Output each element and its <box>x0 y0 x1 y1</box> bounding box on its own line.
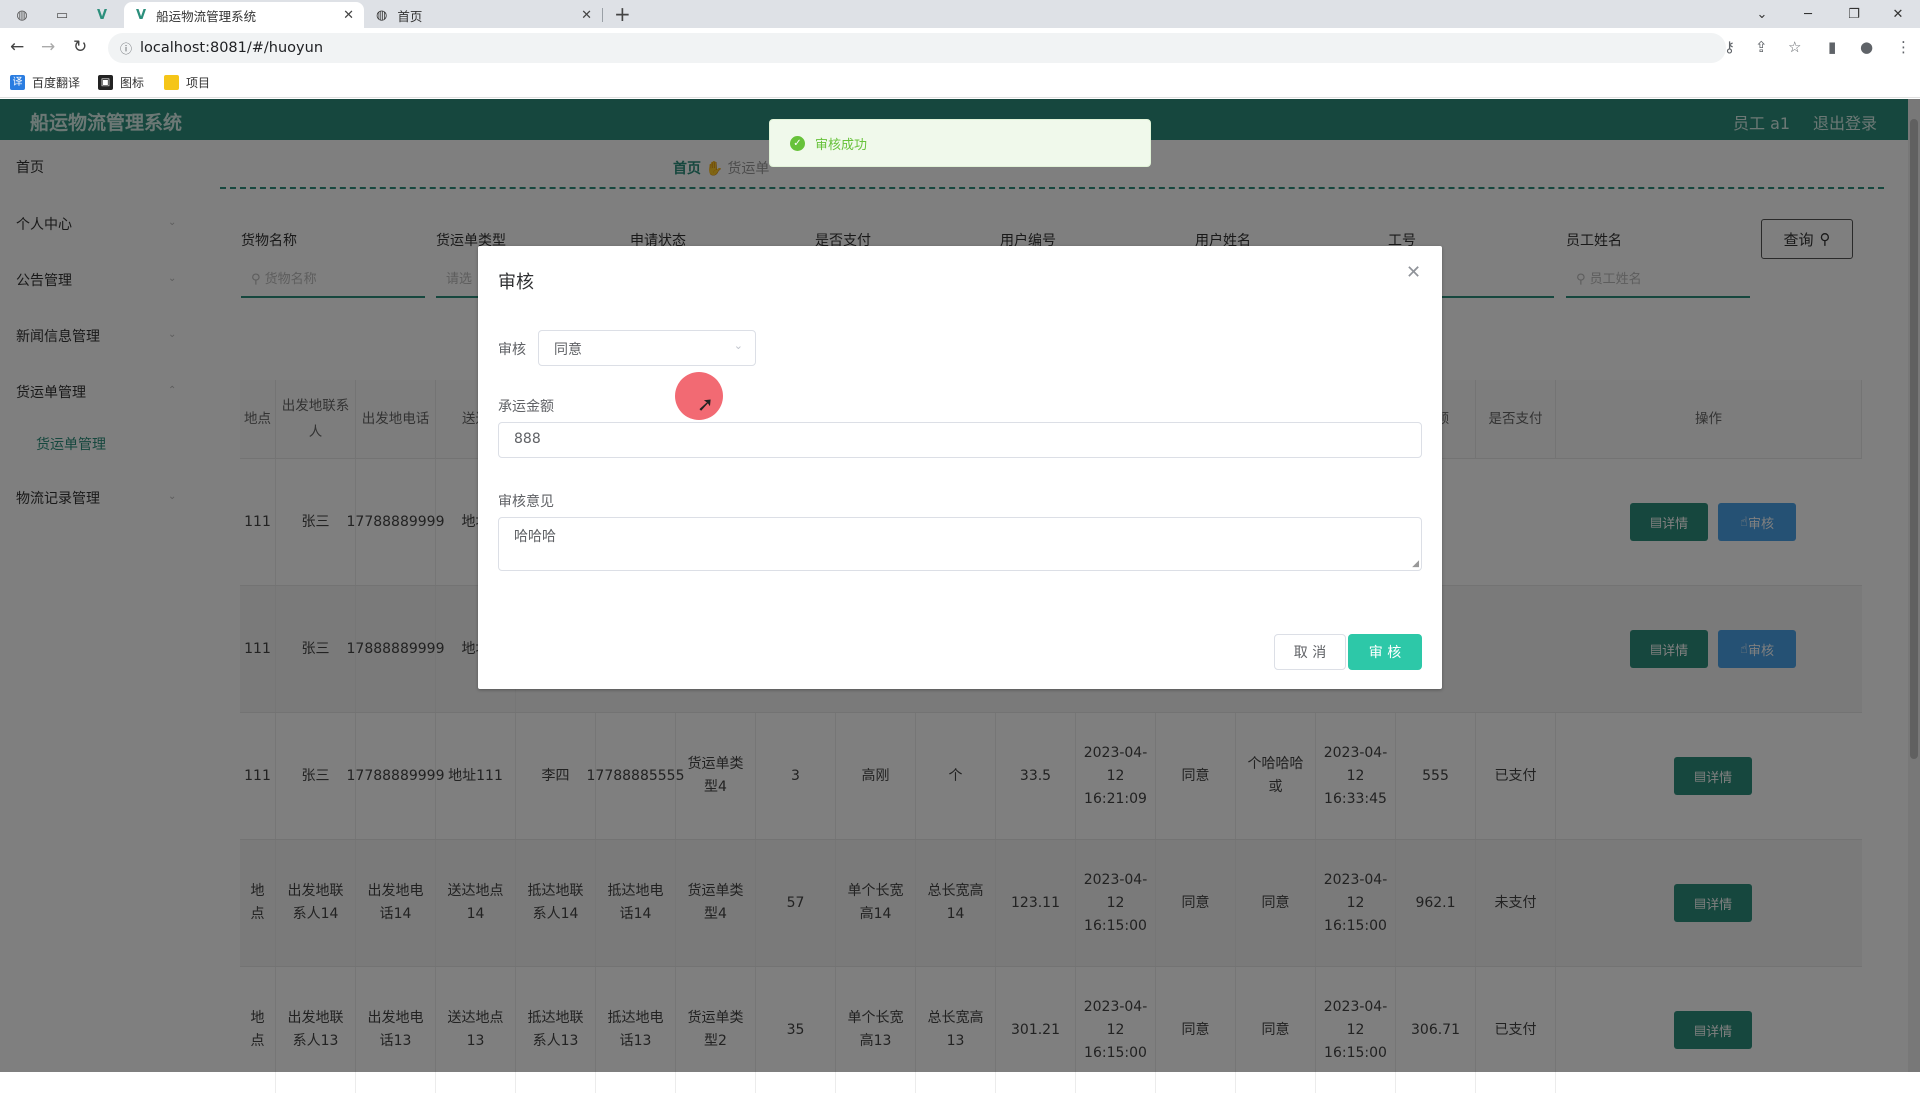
bookmark-item[interactable]: ▣ 图标 <box>98 74 144 91</box>
close-tab-icon[interactable]: ✕ <box>581 8 592 23</box>
bookmark-label: 百度翻译 <box>32 76 81 90</box>
globe-icon[interactable]: ◍ <box>4 4 40 26</box>
browser-tab-strip: ◍ ▭ V V 船运物流管理系统 ✕ ◍ 首页 ✕ + ⌄ ─ ❐ ✕ <box>0 0 1920 28</box>
folder-icon <box>164 75 179 90</box>
button-label: 审 核 <box>1368 645 1402 661</box>
dialog-title: 审核 <box>498 272 534 293</box>
tab-title: 首页 <box>397 8 423 24</box>
chevron-down-icon: ⌄ <box>733 339 743 352</box>
bookmarks-bar: 译百度翻译 ▣ 图标 项目 <box>0 68 1920 98</box>
bookmark-item[interactable]: 项目 <box>164 74 210 91</box>
close-window-icon[interactable]: ✕ <box>1876 0 1920 28</box>
tab-title: 船运物流管理系统 <box>156 8 257 24</box>
key-icon[interactable]: ⚷ <box>1724 38 1735 56</box>
address-bar-row: ← → ↻ ⓘ localhost:8081/#/huoyun ⚷ ⇪ ☆ ▮ … <box>0 28 1920 68</box>
confirm-review-button[interactable]: 审 核 <box>1348 634 1422 670</box>
new-tab-icon[interactable]: + <box>614 2 631 26</box>
button-label: 取 消 <box>1293 645 1327 661</box>
share-icon[interactable]: ⇪ <box>1755 38 1768 56</box>
reload-icon[interactable]: ↻ <box>73 37 87 57</box>
globe-icon: ◍ <box>376 7 388 23</box>
amount-value: 888 <box>514 431 541 447</box>
success-toast: ✓ 审核成功 <box>769 119 1151 167</box>
url-text: localhost:8081/#/huoyun <box>140 40 324 56</box>
review-dialog: 审核 ✕ 审核 同意 ⌄ 承运金额 888 审核意见 哈哈哈 ◢ 取 消 审 核 <box>478 246 1442 689</box>
tab-search-icon[interactable]: ⌄ <box>1740 0 1784 28</box>
review-selected-value: 同意 <box>554 342 582 358</box>
forward-icon[interactable]: → <box>41 37 55 57</box>
bookmark-item[interactable]: 译百度翻译 <box>10 74 80 91</box>
opinion-value: 哈哈哈 <box>514 529 556 545</box>
browser-tab-active[interactable]: V 船运物流管理系统 ✕ <box>124 2 364 28</box>
vue-logo-icon[interactable]: V <box>84 4 120 26</box>
url-field[interactable]: ⓘ localhost:8081/#/huoyun <box>108 33 1726 63</box>
menu-icon[interactable]: ⋮ <box>1896 38 1911 56</box>
opinion-textarea[interactable]: 哈哈哈 ◢ <box>498 517 1422 571</box>
bookmark-label: 项目 <box>186 76 211 90</box>
translate-icon: 译 <box>10 75 25 90</box>
resize-grip-icon[interactable]: ◢ <box>1412 559 1419 569</box>
close-tab-icon[interactable]: ✕ <box>343 8 354 23</box>
close-icon[interactable]: ✕ <box>1406 262 1421 283</box>
restore-icon[interactable]: ❐ <box>1832 0 1876 28</box>
back-icon[interactable]: ← <box>10 37 24 57</box>
blank-tab-icon[interactable]: ▭ <box>44 4 80 26</box>
side-panel-icon[interactable]: ▮ <box>1828 38 1836 56</box>
toast-message: 审核成功 <box>815 137 868 153</box>
review-select[interactable]: 同意 ⌄ <box>538 330 756 366</box>
vue-logo-icon: V <box>136 7 147 23</box>
info-icon[interactable]: ⓘ <box>120 40 132 57</box>
minimize-icon[interactable]: ─ <box>1786 0 1830 28</box>
bookmark-label: 图标 <box>120 76 145 90</box>
review-label: 审核 <box>498 342 526 358</box>
amount-input[interactable]: 888 <box>498 422 1422 458</box>
amount-label: 承运金额 <box>498 399 554 415</box>
mouse-pointer-icon: ➚ <box>697 392 714 416</box>
profile-icon[interactable]: ● <box>1860 38 1873 56</box>
star-icon[interactable]: ☆ <box>1788 38 1801 56</box>
image-icon: ▣ <box>98 75 113 90</box>
opinion-label: 审核意见 <box>498 494 554 510</box>
tab-separator <box>602 8 603 22</box>
cancel-button[interactable]: 取 消 <box>1274 634 1346 670</box>
browser-tab[interactable]: ◍ 首页 ✕ <box>364 2 602 28</box>
check-circle-icon: ✓ <box>790 135 805 151</box>
